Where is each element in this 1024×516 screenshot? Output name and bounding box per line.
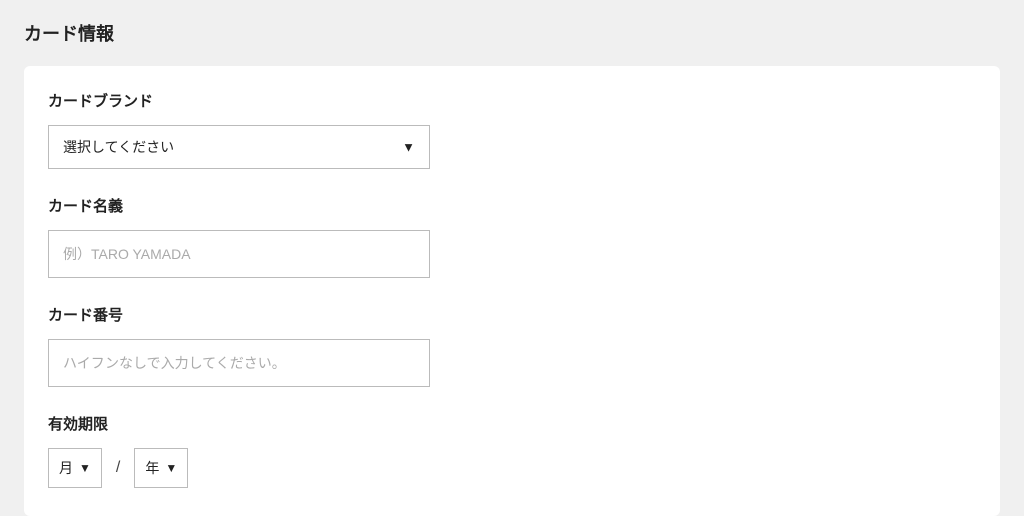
card-name-input[interactable]	[48, 230, 430, 278]
expiry-row: 月 ▼ / 年 ▼	[48, 448, 976, 488]
card-brand-select[interactable]: 選択してください ▼	[48, 125, 430, 169]
expiry-label: 有効期限	[48, 413, 976, 434]
card-number-group: カード番号	[48, 304, 976, 387]
card-name-group: カード名義	[48, 195, 976, 278]
card-brand-label: カードブランド	[48, 90, 976, 111]
section-title: カード情報	[24, 20, 1000, 46]
expiry-group: 有効期限 月 ▼ / 年 ▼	[48, 413, 976, 488]
card-info-panel: カードブランド 選択してください ▼ カード名義 カード番号 有効期限 月 ▼ …	[24, 66, 1000, 516]
chevron-down-icon: ▼	[402, 140, 415, 155]
expiry-month-select[interactable]: 月 ▼	[48, 448, 102, 488]
expiry-year-select[interactable]: 年 ▼	[134, 448, 188, 488]
card-brand-group: カードブランド 選択してください ▼	[48, 90, 976, 169]
expiry-separator: /	[116, 459, 120, 477]
card-number-label: カード番号	[48, 304, 976, 325]
expiry-year-text: 年	[145, 458, 159, 478]
expiry-month-text: 月	[59, 458, 73, 478]
card-brand-selected-text: 選択してください	[63, 137, 174, 157]
chevron-down-icon: ▼	[79, 461, 91, 475]
card-name-label: カード名義	[48, 195, 976, 216]
card-number-input[interactable]	[48, 339, 430, 387]
chevron-down-icon: ▼	[165, 461, 177, 475]
